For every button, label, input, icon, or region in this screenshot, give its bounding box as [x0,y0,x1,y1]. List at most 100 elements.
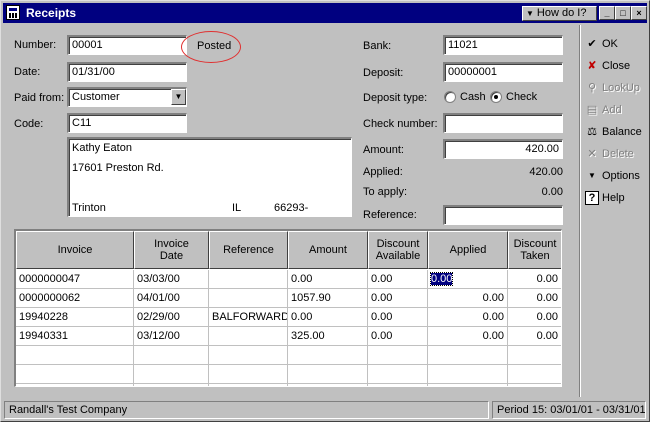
cell-reference[interactable] [209,327,288,346]
cell-date[interactable] [134,365,209,384]
cell-discount-available[interactable] [368,384,428,386]
paid-from-select[interactable]: Customer ▼ [67,87,187,107]
cell-reference[interactable] [209,346,288,365]
cell-applied[interactable] [428,384,508,386]
header-invoice[interactable]: Invoice [16,231,134,269]
title-bar[interactable]: Receipts ▼ How do I? _ □ × [3,3,647,23]
balance-button[interactable]: ⚖ Balance [585,122,642,142]
address-street: 17601 Preston Rd. [72,162,164,174]
help-button[interactable]: ? Help [585,188,625,208]
cell-applied[interactable]: 0.00 [428,270,508,289]
cell-amount[interactable] [288,384,368,386]
check-radio[interactable] [490,91,502,103]
cell-date[interactable]: 03/03/00 [134,270,209,289]
cell-reference[interactable] [209,270,288,289]
table-row[interactable]: 19940331 03/12/00 325.00 0.00 0.00 0.00 [16,327,561,346]
cell-amount[interactable]: 0.00 [288,308,368,327]
cell-applied[interactable]: 0.00 [428,308,508,327]
maximize-button[interactable]: □ [615,6,631,20]
address-box[interactable]: Kathy Eaton 17601 Preston Rd. Trinton IL… [67,137,352,217]
table-row[interactable] [16,384,561,386]
cell-date[interactable] [134,346,209,365]
cell-discount-available[interactable]: 0.00 [368,289,428,308]
cell-discount-taken[interactable]: 0.00 [508,308,561,327]
cell-discount-taken[interactable]: 0.00 [508,270,561,289]
header-applied[interactable]: Applied [428,231,508,269]
selected-applied-value[interactable]: 0.00 [429,272,454,286]
header-amount[interactable]: Amount [288,231,368,269]
cell-invoice[interactable] [16,384,134,386]
options-button[interactable]: ▼ Options [585,166,640,186]
cell-discount-taken[interactable]: 0.00 [508,289,561,308]
cell-invoice[interactable] [16,365,134,384]
date-label: Date: [14,66,41,78]
table-row[interactable]: 0000000062 04/01/00 1057.90 0.00 0.00 0.00 [16,289,561,308]
invoice-grid[interactable]: Invoice Invoice Date Reference Amount Dis… [14,229,562,387]
cash-radio-label[interactable]: Cash [460,91,486,103]
cell-date[interactable]: 03/12/00 [134,327,209,346]
cell-discount-taken[interactable] [508,384,561,386]
add-button[interactable]: ▤ Add [585,100,622,120]
cell-reference[interactable] [209,365,288,384]
cell-invoice[interactable]: 0000000062 [16,289,134,308]
receipts-app-icon[interactable] [6,5,20,20]
cell-date[interactable]: 02/29/00 [134,308,209,327]
cell-date[interactable]: 04/01/00 [134,289,209,308]
cell-reference[interactable]: BALFORWARD [209,308,288,327]
deposit-label: Deposit: [363,67,404,79]
cell-invoice[interactable]: 19940228 [16,308,134,327]
cell-amount[interactable]: 1057.90 [288,289,368,308]
number-field[interactable]: 00001 [67,35,187,55]
cell-invoice[interactable] [16,346,134,365]
cell-date[interactable] [134,384,209,386]
cell-discount-available[interactable]: 0.00 [368,270,428,289]
cell-applied[interactable] [428,365,508,384]
cell-invoice[interactable]: 19940331 [16,327,134,346]
cell-applied[interactable]: 0.00 [428,327,508,346]
minimize-button[interactable]: _ [599,6,615,20]
check-number-field[interactable] [443,113,563,133]
header-discount-available[interactable]: Discount Available [368,231,428,269]
cell-discount-available[interactable] [368,346,428,365]
check-number-label: Check number: [363,118,438,130]
cell-amount[interactable]: 0.00 [288,270,368,289]
cash-radio[interactable] [444,91,456,103]
check-radio-label[interactable]: Check [506,91,537,103]
cell-amount[interactable] [288,346,368,365]
amount-field[interactable]: 420.00 [443,139,563,159]
cell-discount-taken[interactable] [508,365,561,384]
code-field[interactable]: C11 [67,113,187,133]
header-invoice-date[interactable]: Invoice Date [134,231,209,269]
cell-discount-available[interactable]: 0.00 [368,327,428,346]
cell-amount[interactable] [288,365,368,384]
lookup-button[interactable]: ⚲ LookUp [585,78,640,98]
table-row[interactable] [16,346,561,365]
chevron-down-icon[interactable]: ▼ [171,89,186,105]
ok-button[interactable]: ✔ OK [585,34,618,54]
delete-button[interactable]: ✕ Delete [585,144,633,164]
how-do-i-button[interactable]: ▼ How do I? [522,6,597,21]
table-row[interactable] [16,365,561,384]
header-reference[interactable]: Reference [209,231,288,269]
close-window-button[interactable]: × [631,6,647,20]
table-row[interactable]: 19940228 02/29/00 BALFORWARD 0.00 0.00 0.00 0.… [16,308,561,327]
cell-discount-available[interactable]: 0.00 [368,308,428,327]
bank-field[interactable]: 11021 [443,35,563,55]
help-icon: ? [585,191,599,205]
reference-field[interactable] [443,205,563,225]
close-button[interactable]: ✘ Close [585,56,630,76]
header-discount-taken[interactable]: Discount Taken [508,231,561,269]
cell-discount-taken[interactable] [508,346,561,365]
bank-label: Bank: [363,40,392,52]
deposit-field[interactable]: 00000001 [443,62,563,82]
cell-reference[interactable] [209,384,288,386]
date-field[interactable]: 01/31/00 [67,62,187,82]
cell-invoice[interactable]: 0000000047 [16,270,134,289]
cell-reference[interactable] [209,289,288,308]
cell-applied[interactable]: 0.00 [428,289,508,308]
cell-discount-taken[interactable]: 0.00 [508,327,561,346]
cell-amount[interactable]: 325.00 [288,327,368,346]
cell-applied[interactable] [428,346,508,365]
cell-discount-available[interactable] [368,365,428,384]
table-row[interactable]: 0000000047 03/03/00 0.00 0.00 0.00 0.00 [16,270,561,289]
